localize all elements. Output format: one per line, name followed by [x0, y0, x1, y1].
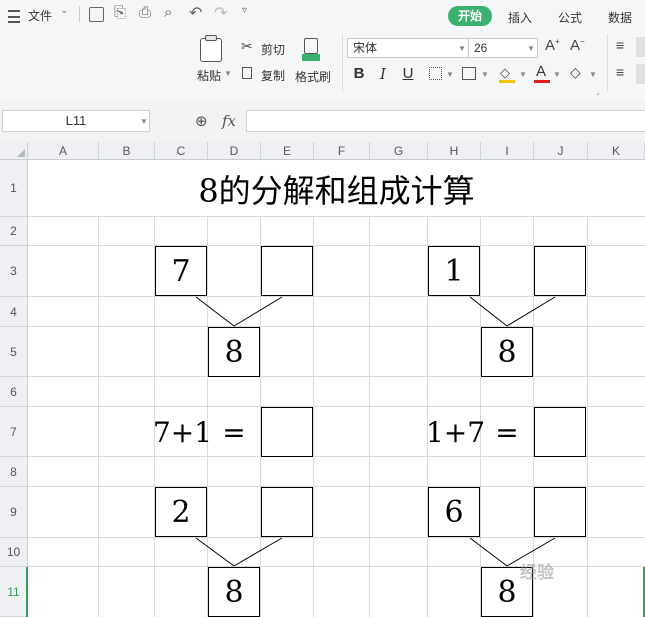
number-box[interactable]: 6 [428, 487, 480, 537]
equals-sign: = [495, 415, 519, 449]
connector-line [195, 537, 235, 567]
answer-box[interactable] [534, 487, 586, 537]
connector-line [233, 537, 283, 567]
connector-line [195, 296, 235, 327]
answer-box[interactable] [534, 407, 586, 457]
answer-box[interactable] [261, 487, 313, 537]
total-box[interactable]: 8 [481, 327, 533, 377]
number-box[interactable]: 2 [155, 487, 207, 537]
watermark: 经验 [520, 563, 554, 582]
active-row-indicator [26, 567, 28, 617]
equation-expression: 1+7 [425, 415, 486, 449]
answer-box[interactable] [534, 246, 586, 296]
connector-line [506, 296, 556, 327]
number-box[interactable]: 1 [428, 246, 480, 296]
answer-box[interactable] [261, 246, 313, 296]
total-box[interactable]: 8 [208, 567, 260, 617]
connector-line [469, 537, 508, 567]
equals-sign: = [222, 415, 246, 449]
connector-line [469, 296, 508, 327]
answer-box[interactable] [261, 407, 313, 457]
connector-line [233, 296, 283, 327]
equation-expression: 7+1 [152, 415, 213, 449]
total-box[interactable]: 8 [208, 327, 260, 377]
number-box[interactable]: 7 [155, 246, 207, 296]
